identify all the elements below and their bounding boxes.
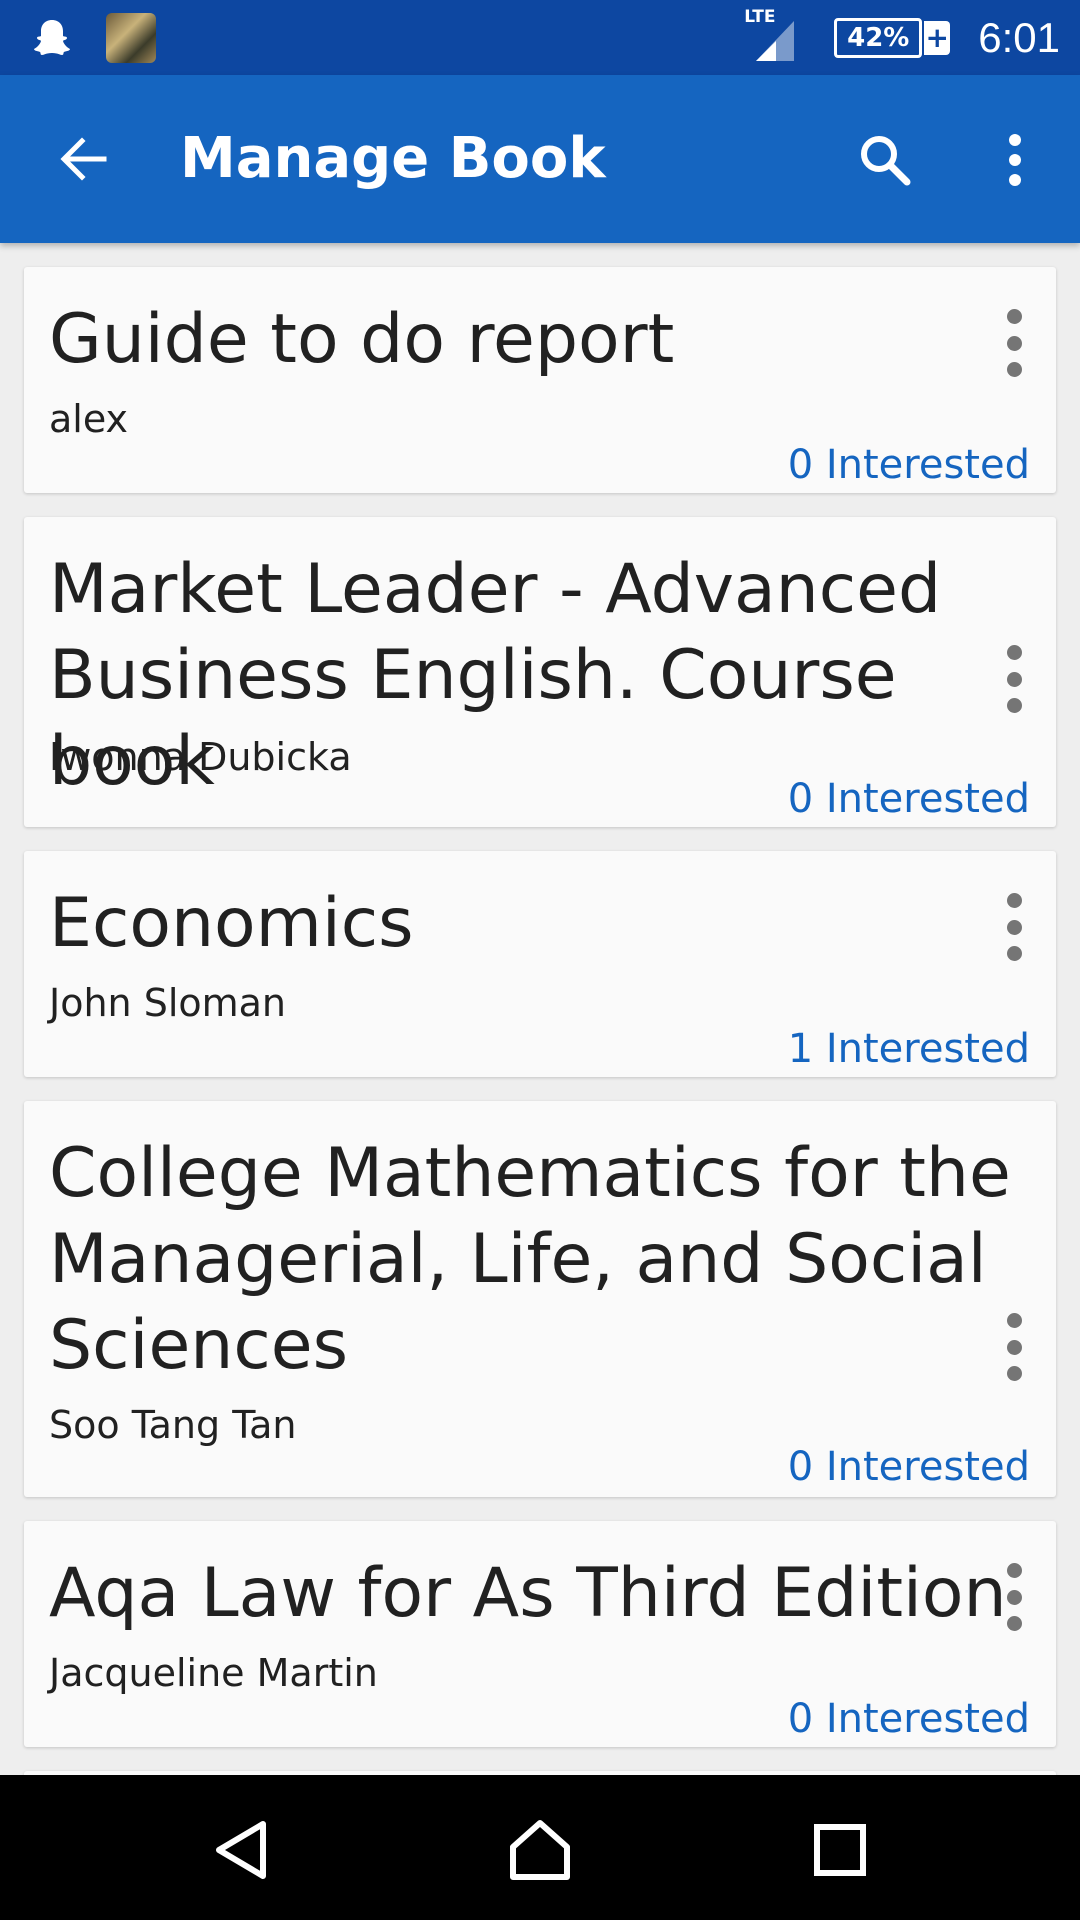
book-card[interactable]: Market Leader - Advanced Business Englis…	[24, 517, 1056, 827]
back-button[interactable]	[50, 127, 114, 191]
clock: 6:01	[978, 13, 1060, 61]
book-card[interactable]: Guide to do report alex 0 Interested	[24, 267, 1056, 493]
interested-count[interactable]: 0 Interested	[788, 442, 1030, 488]
nav-back-button[interactable]	[196, 1805, 286, 1895]
book-author: alex	[49, 397, 129, 441]
search-icon	[861, 136, 911, 186]
nav-home-button[interactable]	[495, 1805, 585, 1895]
nav-recents-button[interactable]	[795, 1805, 885, 1895]
notification-icons	[28, 10, 156, 65]
book-author: Jacqueline Martin	[49, 1651, 378, 1695]
back-arrow-icon	[60, 137, 107, 181]
interested-count[interactable]: 0 Interested	[788, 776, 1030, 822]
recents-square-icon	[814, 1824, 866, 1876]
book-title: Aqa Law for As Third Edition	[49, 1554, 1007, 1633]
card-more-vert-icon[interactable]	[996, 639, 1032, 719]
battery-percent: 42%	[834, 17, 923, 58]
home-icon	[510, 1820, 570, 1880]
more-vert-icon	[1009, 134, 1021, 186]
status-bar: LTE 42% + 6:01	[0, 0, 1080, 75]
snapchat-icon	[28, 14, 76, 62]
interested-count[interactable]: 0 Interested	[788, 1696, 1030, 1742]
book-title: College Mathematics for the Managerial, …	[49, 1134, 1011, 1385]
navigation-bar	[0, 1775, 1080, 1920]
battery-icon: 42% +	[834, 16, 951, 60]
book-author: Iwonna Dubicka	[49, 735, 352, 779]
interested-count[interactable]: 0 Interested	[788, 1444, 1030, 1490]
back-triangle-icon	[216, 1821, 266, 1879]
page-title: Manage Book	[180, 126, 606, 191]
book-author: John Sloman	[49, 981, 287, 1025]
card-more-vert-icon[interactable]	[996, 303, 1032, 383]
signal-icon: LTE	[744, 7, 806, 63]
game-app-icon	[106, 12, 156, 63]
card-more-vert-icon[interactable]	[996, 1557, 1032, 1637]
book-card[interactable]: Economics John Sloman 1 Interested	[24, 851, 1056, 1077]
book-title: Guide to do report	[49, 300, 675, 379]
card-more-vert-icon[interactable]	[996, 887, 1032, 967]
app-bar: Manage Book	[0, 75, 1080, 243]
book-title: Economics	[49, 884, 414, 963]
book-card[interactable]: Aqa Law for As Third Edition Jacqueline …	[24, 1521, 1056, 1747]
book-list[interactable]: Guide to do report alex 0 Interested Mar…	[0, 243, 1080, 1775]
card-more-vert-icon[interactable]	[996, 1307, 1032, 1387]
book-author: Soo Tang Tan	[49, 1403, 297, 1447]
overflow-menu-button[interactable]	[985, 125, 1045, 195]
interested-count[interactable]: 1 Interested	[788, 1026, 1030, 1072]
system-indicators: LTE 42% + 6:01	[744, 0, 1060, 75]
book-card[interactable]: College Mathematics for the Managerial, …	[24, 1101, 1056, 1497]
charging-indicator: +	[924, 20, 951, 55]
search-button[interactable]	[850, 125, 920, 195]
